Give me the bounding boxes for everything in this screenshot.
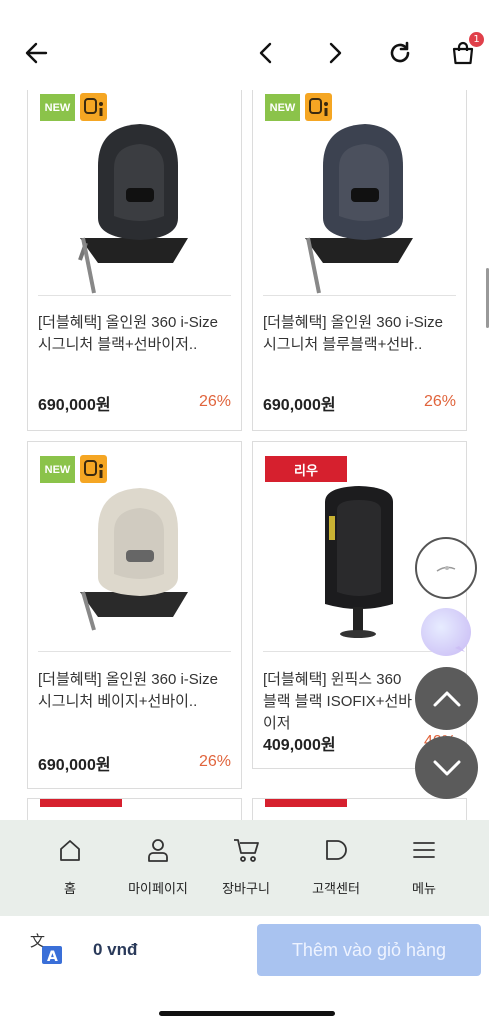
nav-item-customer-center[interactable]: 고객센터 (291, 832, 381, 897)
product-price: 409,000원 (263, 737, 336, 754)
product-price: 690,000원 (263, 397, 336, 414)
discount-rate: 26% (198, 753, 231, 770)
cart-icon (234, 839, 259, 862)
cart-bag-button[interactable]: 1 (446, 32, 484, 70)
action-bar: 文 A 0 vnđ Thêm vào giỏ hàng (0, 916, 489, 1024)
product-card[interactable]: NEW [더블혜택] 올인원 360 i-Size 시그니처 블랙+선바이저..… (27, 90, 242, 431)
translate-icon: 文 A (30, 932, 62, 965)
chevron-down-icon (433, 760, 460, 775)
product-name[interactable]: [더블혜택] 올인원 360 i-Size 시그니처 블랙+선바이저.. (38, 312, 233, 356)
translate-button[interactable]: 文 A (28, 930, 64, 966)
product-image[interactable]: NEW (28, 442, 241, 652)
product-card[interactable] (27, 798, 242, 820)
svg-text:A: A (47, 949, 58, 965)
nav-label: 마이페이지 (128, 881, 188, 896)
nav-label: 메뉴 (412, 881, 436, 896)
chevron-left-icon (259, 42, 272, 64)
bottom-nav: 홈 마이페이지 장바구니 고객센터 메뉴 (0, 820, 489, 916)
discount-rate: 26% (423, 393, 456, 410)
brand-badge (40, 799, 122, 807)
back-button[interactable] (20, 36, 54, 70)
nav-label: 홈 (64, 881, 76, 896)
next-page-button[interactable] (318, 36, 352, 70)
prev-page-button[interactable] (249, 36, 283, 70)
product-image[interactable]: NEW (28, 90, 241, 298)
nav-item-mypage[interactable]: 마이페이지 (113, 832, 203, 897)
chatbot-button[interactable] (421, 608, 471, 656)
scroll-bottom-button[interactable] (415, 736, 478, 799)
home-indicator (159, 1011, 335, 1016)
chevron-right-icon (329, 42, 342, 64)
product-thumbnail-icon (436, 566, 456, 572)
recent-view-button[interactable] (415, 537, 477, 599)
discount-rate: 26% (198, 393, 231, 410)
product-card[interactable]: NEW [더블혜택] 올인원 360 i-Size 시그니처 블루블랙+선바..… (252, 90, 467, 431)
chat-bubble-icon (326, 840, 347, 860)
product-price: 690,000원 (38, 757, 111, 774)
product-card[interactable] (252, 798, 467, 820)
brand-badge (265, 799, 347, 807)
car-seat-image (80, 488, 188, 631)
reload-icon (390, 41, 410, 63)
nav-label: 고객센터 (312, 881, 360, 896)
product-price: 690,000원 (38, 397, 111, 414)
nav-label: 장바구니 (222, 881, 270, 896)
nav-item-cart[interactable]: 장바구니 (201, 832, 291, 897)
user-icon (148, 839, 168, 862)
scroll-top-button[interactable] (415, 667, 478, 730)
product-grid: NEW [더블혜택] 올인원 360 i-Size 시그니처 블랙+선바이저..… (0, 90, 489, 820)
nav-item-menu[interactable]: 메뉴 (379, 832, 469, 897)
product-name[interactable]: [더블혜택] 올인원 360 i-Size 시그니처 블루블랙+선바.. (263, 312, 458, 356)
total-amount: 0 vnđ (93, 940, 138, 959)
cart-count-badge: 1 (469, 32, 484, 47)
arrow-left-icon (25, 42, 48, 64)
nav-item-home[interactable]: 홈 (25, 832, 115, 897)
top-bar: 1 (0, 0, 489, 90)
chat-bubble-icon (455, 646, 465, 652)
product-card[interactable]: NEW [더블혜택] 올인원 360 i-Size 시그니처 베이지+선바이..… (27, 441, 242, 789)
home-icon (60, 840, 80, 861)
product-name[interactable]: [더블혜택] 윈픽스 360 블랙 블랙 ISOFIX+선바이저 (263, 669, 416, 735)
product-name[interactable]: [더블혜택] 올인원 360 i-Size 시그니처 베이지+선바이.. (38, 669, 233, 713)
menu-icon (413, 842, 435, 858)
add-to-cart-button[interactable]: Thêm vào giỏ hàng (257, 924, 481, 976)
chevron-up-icon (433, 691, 460, 706)
car-seat-image (305, 124, 413, 294)
reload-button[interactable] (383, 36, 417, 70)
product-image[interactable]: NEW (253, 90, 466, 298)
car-seat-image (78, 124, 188, 294)
